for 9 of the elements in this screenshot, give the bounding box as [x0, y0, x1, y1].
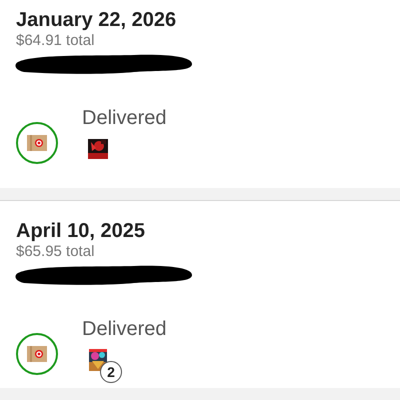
- package-icon: [27, 346, 47, 362]
- item-count-badge: 2: [100, 361, 122, 383]
- order-date: April 10, 2025: [16, 219, 146, 243]
- order-date: January 22, 2026: [16, 8, 178, 32]
- order-total: $64.91 total: [16, 32, 96, 50]
- package-icon: [27, 135, 47, 151]
- order-total: $65.95 total: [16, 243, 96, 261]
- delivery-status: Delivered: [82, 106, 166, 130]
- delivery-status: Delivered: [82, 317, 166, 341]
